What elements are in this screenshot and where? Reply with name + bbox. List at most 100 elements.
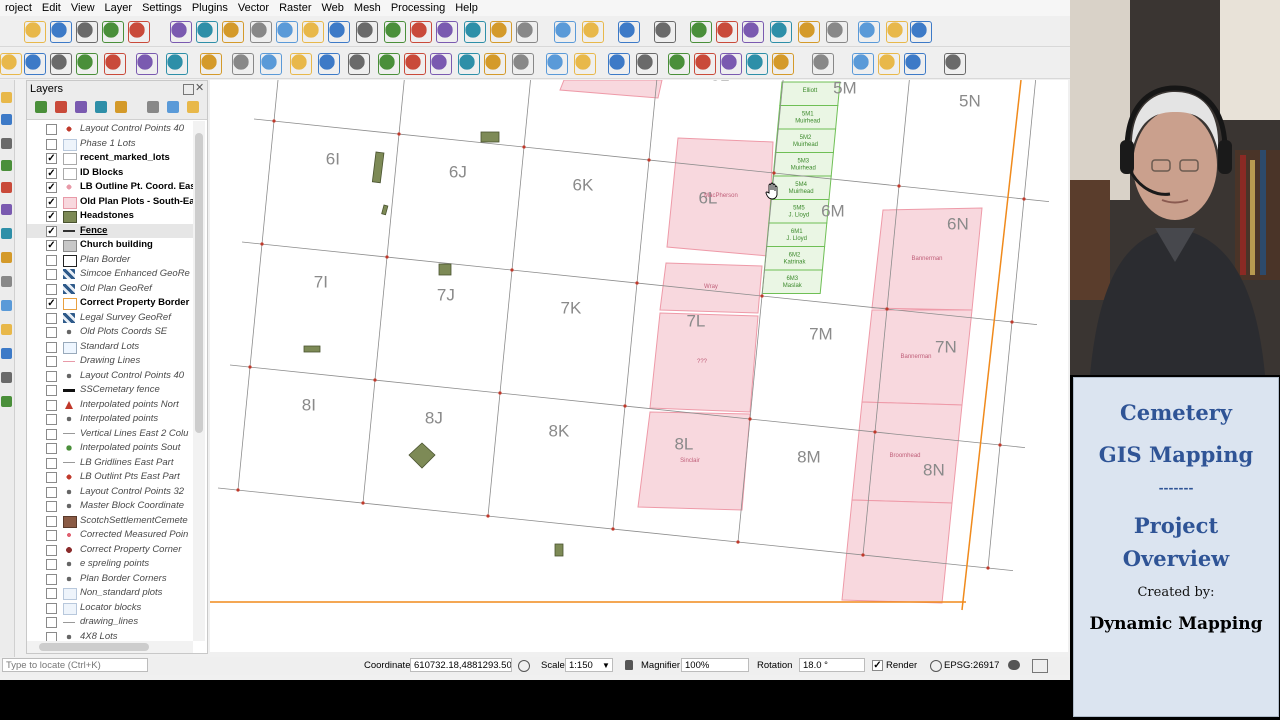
plugin-tool-icon[interactable] xyxy=(720,53,742,75)
layer-visibility-checkbox[interactable] xyxy=(46,399,57,411)
plugin-tool-icon[interactable] xyxy=(512,53,534,75)
layer-visibility-checkbox[interactable] xyxy=(46,370,57,382)
layer-visibility-checkbox[interactable] xyxy=(46,341,57,353)
plugin-tool-icon[interactable] xyxy=(348,53,370,75)
side-tool-icon[interactable] xyxy=(1,276,12,287)
menu-item[interactable]: Vector xyxy=(233,2,274,14)
main-tool-icon[interactable] xyxy=(858,21,880,43)
layer-visibility-checkbox[interactable] xyxy=(46,544,57,556)
plugin-tool-icon[interactable] xyxy=(260,53,282,75)
side-tool-icon[interactable] xyxy=(1,228,12,239)
layer-visibility-checkbox[interactable] xyxy=(46,559,57,570)
main-tool-icon[interactable] xyxy=(910,21,932,43)
menu-item[interactable]: roject xyxy=(0,2,37,14)
plugin-tool-icon[interactable] xyxy=(746,53,768,75)
main-tool-icon[interactable] xyxy=(654,21,676,43)
plugin-tool-icon[interactable] xyxy=(290,53,312,75)
menu-item[interactable]: Edit xyxy=(37,2,66,14)
layer-row[interactable]: Master Block Coordinate xyxy=(27,499,193,514)
side-tool-icon[interactable] xyxy=(1,114,12,125)
side-tool-icon[interactable] xyxy=(1,300,12,311)
plugin-tool-icon[interactable] xyxy=(24,53,46,75)
plugin-tool-icon[interactable] xyxy=(608,53,630,75)
plugin-tool-icon[interactable] xyxy=(50,53,72,75)
layer-row[interactable]: Old Plots Coords SE xyxy=(27,325,193,340)
layer-row[interactable]: Interpolated points Sout xyxy=(27,441,193,456)
layer-visibility-checkbox[interactable] xyxy=(46,472,57,483)
plugin-tool-icon[interactable] xyxy=(430,53,452,75)
main-tool-icon[interactable] xyxy=(826,21,848,43)
layer-row[interactable]: Non_standard plots xyxy=(27,586,193,601)
layer-row[interactable]: Vertical Lines East 2 Colu xyxy=(27,427,193,442)
menu-item[interactable]: Help xyxy=(450,2,483,14)
main-tool-icon[interactable] xyxy=(302,21,324,43)
plugin-tool-icon[interactable] xyxy=(0,53,22,75)
layer-row[interactable]: Plan Border Corners xyxy=(27,572,193,587)
layer-visibility-checkbox[interactable]: ✓ xyxy=(46,240,57,251)
layer-row[interactable]: ✓ LB Outline Pt. Coord. Eas xyxy=(27,180,193,195)
menu-item[interactable]: Settings xyxy=(137,2,187,14)
main-tool-icon[interactable] xyxy=(464,21,486,43)
menu-item[interactable]: Web xyxy=(316,2,348,14)
layer-tool-icon[interactable] xyxy=(115,101,127,113)
layer-visibility-checkbox[interactable] xyxy=(46,428,57,440)
float-panel-icon[interactable] xyxy=(183,84,194,95)
layer-visibility-checkbox[interactable] xyxy=(46,138,57,150)
layer-row[interactable]: Old Plan GeoRef xyxy=(27,282,193,297)
main-tool-icon[interactable] xyxy=(410,21,432,43)
menu-item[interactable]: Layer xyxy=(100,2,138,14)
main-tool-icon[interactable] xyxy=(716,21,738,43)
layer-row[interactable]: Layout Control Points 40 xyxy=(27,122,193,137)
plugin-tool-icon[interactable] xyxy=(772,53,794,75)
layer-row[interactable]: ✓ Headstones xyxy=(27,209,193,224)
main-tool-icon[interactable] xyxy=(742,21,764,43)
side-tool-icon[interactable] xyxy=(1,160,12,171)
main-tool-icon[interactable] xyxy=(886,21,908,43)
layer-visibility-checkbox[interactable] xyxy=(46,530,57,541)
layer-visibility-checkbox[interactable] xyxy=(46,269,57,280)
layer-row[interactable]: SSCemetary fence xyxy=(27,383,193,398)
layer-visibility-checkbox[interactable] xyxy=(46,356,57,367)
plugin-tool-icon[interactable] xyxy=(546,53,568,75)
layer-tool-icon[interactable] xyxy=(147,101,159,113)
layers-vertical-scrollbar[interactable] xyxy=(193,121,205,641)
layer-visibility-checkbox[interactable] xyxy=(46,414,57,425)
main-tool-icon[interactable] xyxy=(690,21,712,43)
layer-row[interactable]: Legal Survey GeoRef xyxy=(27,311,193,326)
layer-visibility-checkbox[interactable] xyxy=(46,254,57,266)
layer-visibility-checkbox[interactable] xyxy=(46,501,57,512)
plugin-tool-icon[interactable] xyxy=(166,53,188,75)
messages-icon[interactable] xyxy=(1008,660,1020,670)
layer-visibility-checkbox[interactable] xyxy=(46,617,57,628)
plugin-tool-icon[interactable] xyxy=(318,53,340,75)
layer-row[interactable]: ScotchSettlementCemete xyxy=(27,514,193,529)
main-tool-icon[interactable] xyxy=(250,21,272,43)
layer-row[interactable]: ✓ Fence xyxy=(27,223,193,238)
scale-dropdown-icon[interactable]: ▼ xyxy=(602,661,610,670)
layer-tool-icon[interactable] xyxy=(35,101,47,113)
main-tool-icon[interactable] xyxy=(128,21,150,43)
layer-visibility-checkbox[interactable]: ✓ xyxy=(46,167,57,179)
layer-visibility-checkbox[interactable] xyxy=(46,327,57,338)
magnifier-field[interactable]: 100% xyxy=(681,658,749,672)
menu-item[interactable]: Processing xyxy=(386,2,450,14)
layer-visibility-checkbox[interactable] xyxy=(46,515,57,527)
layer-row[interactable]: Phase 1 Lots xyxy=(27,137,193,152)
layer-row[interactable]: Standard Lots xyxy=(27,340,193,355)
layer-row[interactable]: LB Gridlines East Part xyxy=(27,456,193,471)
main-tool-icon[interactable] xyxy=(356,21,378,43)
layer-row[interactable]: Simcoe Enhanced GeoRe xyxy=(27,267,193,282)
side-tool-icon[interactable] xyxy=(1,138,12,149)
layers-horizontal-scrollbar[interactable] xyxy=(27,641,193,653)
plugin-tool-icon[interactable] xyxy=(878,53,900,75)
main-tool-icon[interactable] xyxy=(516,21,538,43)
layer-visibility-checkbox[interactable]: ✓ xyxy=(46,211,57,222)
side-tool-icon[interactable] xyxy=(1,324,12,335)
layer-row[interactable]: ✓ Church building xyxy=(27,238,193,253)
plugin-tool-icon[interactable] xyxy=(636,53,658,75)
coordinate-field[interactable]: 610732.18,4881293.50 xyxy=(410,658,512,672)
layer-visibility-checkbox[interactable]: ✓ xyxy=(46,196,57,208)
close-panel-icon[interactable]: ✕ xyxy=(195,82,204,94)
crs-globe-icon[interactable] xyxy=(930,660,942,672)
layer-row[interactable]: Layout Control Points 32 xyxy=(27,485,193,500)
